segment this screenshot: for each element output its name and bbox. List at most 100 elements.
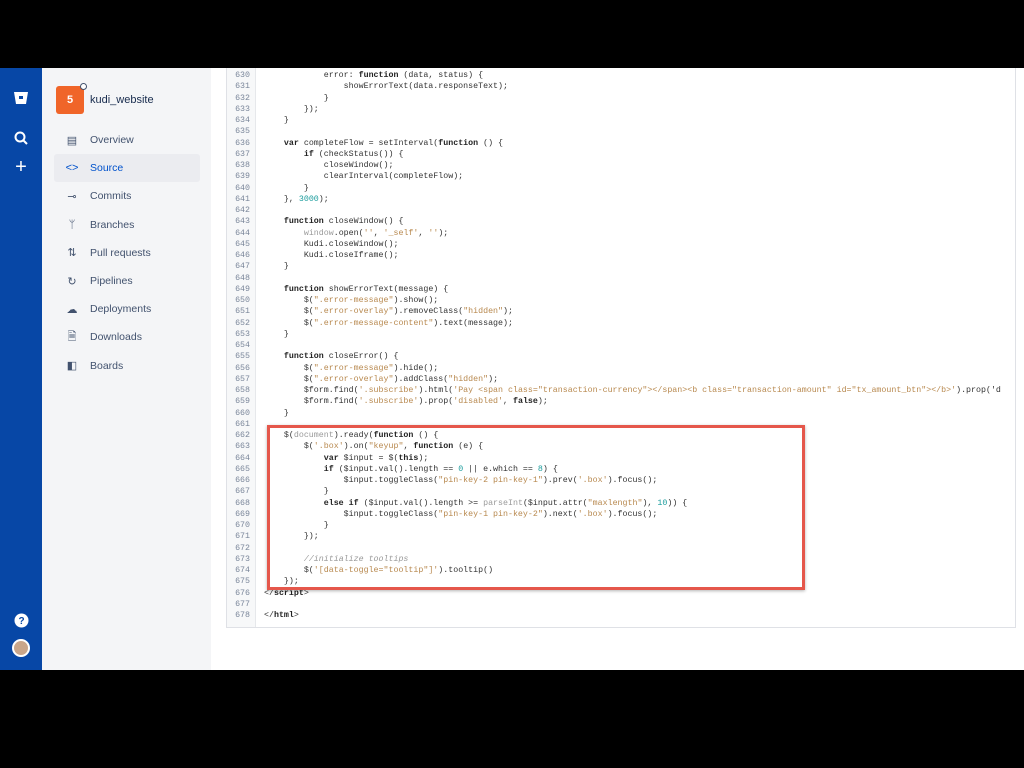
code-token: , bbox=[503, 397, 513, 407]
line-number[interactable]: 660 bbox=[227, 408, 256, 419]
line-number[interactable]: 674 bbox=[227, 565, 256, 576]
avatar[interactable] bbox=[11, 638, 31, 658]
line-number[interactable]: 636 bbox=[227, 138, 256, 149]
line-number[interactable]: 656 bbox=[227, 363, 256, 374]
bitbucket-logo-icon[interactable] bbox=[11, 88, 31, 108]
code-line: function closeWindow() { bbox=[264, 216, 404, 227]
line-number[interactable]: 643 bbox=[227, 216, 256, 227]
code-line: $(".error-overlay").removeClass("hidden"… bbox=[264, 306, 513, 317]
line-number[interactable]: 647 bbox=[227, 261, 256, 272]
line-number[interactable]: 667 bbox=[227, 486, 256, 497]
pull-requests-icon: ⇅ bbox=[67, 247, 77, 260]
code-token: ); bbox=[503, 307, 513, 317]
line-number[interactable]: 637 bbox=[227, 149, 256, 160]
line-number[interactable]: 634 bbox=[227, 115, 256, 126]
repo-sidebar: 5 kudi_website ▤ Overview <> Source ⊸ Commits… bbox=[42, 68, 211, 670]
line-number[interactable]: 658 bbox=[227, 385, 256, 396]
help-icon[interactable]: ? bbox=[11, 610, 31, 630]
line-number[interactable]: 644 bbox=[227, 228, 256, 239]
line-number[interactable]: 672 bbox=[227, 543, 256, 554]
sidebar-item-deployments[interactable]: ☁ Deployments bbox=[54, 295, 200, 323]
line-number[interactable]: 659 bbox=[227, 396, 256, 407]
sidebar-item-commits[interactable]: ⊸ Commits bbox=[54, 182, 200, 210]
line-number[interactable]: 642 bbox=[227, 205, 256, 216]
code-token: "hidden" bbox=[463, 307, 504, 317]
line-number[interactable]: 668 bbox=[227, 498, 256, 509]
line-number[interactable]: 633 bbox=[227, 104, 256, 115]
code-token: , bbox=[418, 228, 429, 238]
code-line: } bbox=[264, 93, 329, 104]
line-number[interactable]: 645 bbox=[227, 239, 256, 250]
line-number[interactable]: 673 bbox=[227, 554, 256, 565]
code-line: function closeError() { bbox=[264, 351, 399, 362]
sidebar-item-overview[interactable]: ▤ Overview bbox=[54, 126, 200, 154]
code-token: ); bbox=[318, 194, 329, 204]
code-token: (data, status) { bbox=[398, 71, 484, 80]
code-token: ); bbox=[488, 374, 499, 384]
sidebar-item-boards[interactable]: ◧ Boards bbox=[54, 352, 200, 380]
code-line: clearInterval(completeFlow); bbox=[264, 171, 463, 182]
code-line: closeWindow(); bbox=[264, 160, 394, 171]
line-number[interactable]: 652 bbox=[227, 318, 256, 329]
line-number[interactable]: 678 bbox=[227, 610, 256, 621]
code-token: completeFlow = setInterval( bbox=[298, 138, 439, 148]
line-number[interactable]: 675 bbox=[227, 576, 256, 587]
code-token: function bbox=[283, 284, 324, 294]
sidebar-item-pipelines[interactable]: ↻ Pipelines bbox=[54, 267, 200, 295]
code-token: () { bbox=[478, 138, 504, 148]
sidebar-item-label: Pull requests bbox=[90, 246, 151, 259]
line-number[interactable]: 669 bbox=[227, 509, 256, 520]
code-line: $(".error-overlay").addClass("hidden"); bbox=[264, 374, 498, 385]
line-number[interactable]: 676 bbox=[227, 588, 256, 599]
sidebar-item-source[interactable]: <> Source bbox=[54, 154, 200, 183]
sidebar-item-downloads[interactable]: 🗎 Downloads bbox=[54, 323, 200, 351]
code-token: } bbox=[264, 183, 309, 193]
line-number[interactable]: 651 bbox=[227, 306, 256, 317]
line-number[interactable]: 666 bbox=[227, 475, 256, 486]
code-token: 3000 bbox=[298, 194, 319, 204]
code-token: clearInterval(completeFlow); bbox=[264, 172, 464, 182]
sidebar-item-label: Commits bbox=[90, 190, 132, 203]
code-token: '_self' bbox=[383, 228, 419, 238]
sidebar-item-branches[interactable]: ᛘ Branches bbox=[54, 211, 200, 239]
line-number[interactable]: 646 bbox=[227, 250, 256, 261]
line-number[interactable]: 635 bbox=[227, 126, 256, 137]
code-token: ); bbox=[537, 397, 548, 407]
line-number[interactable]: 670 bbox=[227, 520, 256, 531]
overview-icon: ▤ bbox=[66, 134, 78, 147]
code-token: (checkStatus()) { bbox=[313, 149, 404, 159]
line-number[interactable]: 649 bbox=[227, 284, 256, 295]
line-number[interactable]: 632 bbox=[227, 93, 256, 104]
line-number[interactable]: 631 bbox=[227, 81, 256, 92]
line-number[interactable]: 630 bbox=[227, 70, 256, 81]
bitbucket-app: + ? 5 kudi_website ▤ Overview <> Source ⊸ Com… bbox=[0, 68, 1024, 670]
line-number[interactable]: 650 bbox=[227, 295, 256, 306]
code-token: } bbox=[264, 329, 289, 339]
code-line: } bbox=[264, 329, 289, 340]
line-number[interactable]: 653 bbox=[227, 329, 256, 340]
code-line: Kudi.closeIframe(); bbox=[264, 250, 399, 261]
line-number[interactable]: 657 bbox=[227, 374, 256, 385]
repo-header[interactable]: 5 kudi_website bbox=[56, 83, 154, 114]
line-number[interactable]: 638 bbox=[227, 160, 256, 171]
code-token: '' bbox=[363, 228, 374, 238]
search-icon[interactable] bbox=[11, 128, 31, 148]
deployments-icon: ☁ bbox=[66, 303, 78, 316]
line-number[interactable]: 663 bbox=[227, 441, 256, 452]
line-number[interactable]: 662 bbox=[227, 430, 256, 441]
line-number[interactable]: 677 bbox=[227, 599, 256, 610]
code-token: function bbox=[358, 71, 399, 80]
line-number[interactable]: 641 bbox=[227, 194, 256, 205]
line-number[interactable]: 661 bbox=[227, 419, 256, 430]
line-number[interactable]: 640 bbox=[227, 183, 256, 194]
line-number[interactable]: 671 bbox=[227, 531, 256, 542]
line-number[interactable]: 655 bbox=[227, 351, 256, 362]
line-number[interactable]: 664 bbox=[227, 453, 256, 464]
line-number[interactable]: 665 bbox=[227, 464, 256, 475]
line-number[interactable]: 648 bbox=[227, 273, 256, 284]
line-number[interactable]: 654 bbox=[227, 340, 256, 351]
plus-icon[interactable]: + bbox=[11, 156, 31, 178]
sidebar-item-pull-requests[interactable]: ⇅ Pull requests bbox=[54, 239, 200, 267]
line-number[interactable]: 639 bbox=[227, 171, 256, 182]
